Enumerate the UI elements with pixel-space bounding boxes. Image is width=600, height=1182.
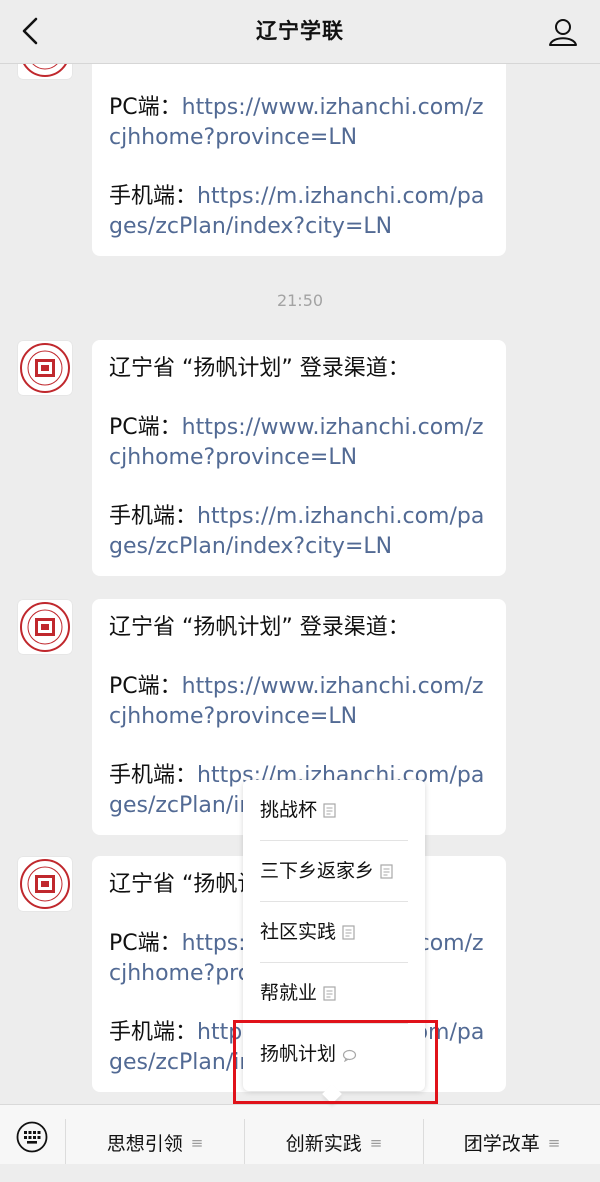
menu-item-label: 社区实践 bbox=[260, 921, 337, 943]
person-icon[interactable] bbox=[548, 17, 578, 47]
mobile-label: 手机端： bbox=[109, 763, 198, 788]
mobile-label: 手机端： bbox=[109, 184, 198, 209]
highlight-box bbox=[233, 1020, 438, 1104]
timestamp: 21:50 bbox=[276, 291, 324, 310]
document-icon bbox=[323, 803, 336, 818]
pc-label: PC端： bbox=[109, 674, 182, 699]
message-heading: 辽宁省 “扬帆计划” 登录渠道： bbox=[109, 356, 410, 381]
tab-label: 团学改革 bbox=[463, 1133, 540, 1155]
mobile-label: 手机端： bbox=[109, 504, 198, 529]
pc-label: PC端： bbox=[109, 931, 182, 956]
menu-lines-icon: ≡ bbox=[547, 1134, 561, 1152]
mobile-label: 手机端： bbox=[109, 1020, 198, 1045]
document-icon bbox=[323, 986, 336, 1001]
menu-item-label: 三下乡返家乡 bbox=[260, 860, 375, 882]
bottom-menu-bar: 思想引领 ≡ 创新实践 ≡ 团学改革 ≡ bbox=[0, 1104, 600, 1164]
pc-label: PC端： bbox=[109, 95, 182, 120]
message-heading: 辽宁省 “扬帆计划” 登录渠道： bbox=[109, 615, 410, 640]
org-logo-icon bbox=[20, 602, 70, 652]
document-icon bbox=[342, 925, 355, 940]
avatar[interactable] bbox=[17, 599, 73, 655]
document-icon bbox=[380, 864, 393, 879]
pc-label: PC端： bbox=[109, 415, 182, 440]
top-nav-bar: 辽宁学联 bbox=[0, 0, 600, 64]
menu-item-three-go-countryside[interactable]: 三下乡返家乡 bbox=[260, 841, 408, 902]
menu-item-label: 帮就业 bbox=[260, 982, 318, 1004]
avatar[interactable] bbox=[17, 856, 73, 912]
menu-lines-icon: ≡ bbox=[190, 1134, 204, 1152]
avatar[interactable] bbox=[17, 340, 73, 396]
menu-lines-icon: ≡ bbox=[369, 1134, 383, 1152]
message-bubble[interactable]: 辽宁省 “扬帆计划” 登录渠道： PC端：https://www.izhanch… bbox=[92, 340, 506, 576]
tab-league-reform[interactable]: 团学改革 ≡ bbox=[424, 1105, 600, 1164]
org-logo-icon bbox=[23, 64, 67, 77]
menu-item-label: 挑战杯 bbox=[260, 799, 318, 821]
tab-label: 思想引领 bbox=[106, 1133, 183, 1155]
tab-innovation-practice[interactable]: 创新实践 ≡ bbox=[245, 1105, 423, 1164]
tab-label: 创新实践 bbox=[285, 1133, 362, 1155]
menu-item-employment-help[interactable]: 帮就业 bbox=[260, 963, 408, 1024]
menu-item-challenge-cup[interactable]: 挑战杯 bbox=[260, 780, 408, 841]
tab-thought-guidance[interactable]: 思想引领 ≡ bbox=[66, 1105, 244, 1164]
message-bubble[interactable]: PC端：https://www.izhanchi.com/zcjhhome?pr… bbox=[92, 64, 506, 256]
page-title: 辽宁学联 bbox=[256, 19, 344, 43]
avatar[interactable] bbox=[17, 64, 73, 80]
menu-item-community-practice[interactable]: 社区实践 bbox=[260, 902, 408, 963]
org-logo-icon bbox=[20, 343, 70, 393]
org-logo-icon bbox=[20, 859, 70, 909]
keyboard-icon[interactable] bbox=[16, 1121, 48, 1153]
